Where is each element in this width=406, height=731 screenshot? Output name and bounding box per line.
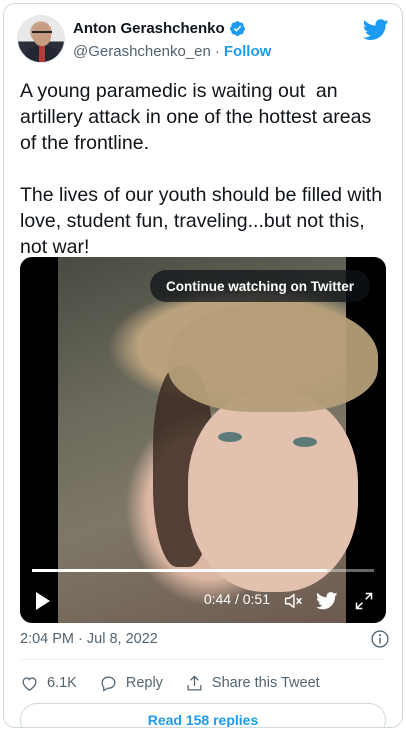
author-handle-row: @Gerashchenko_en · Follow <box>73 43 271 60</box>
twitter-bird-icon[interactable] <box>363 19 389 41</box>
video-time: 0:44 / 0:51 <box>203 591 270 607</box>
continue-watching-button[interactable]: Continue watching on Twitter <box>150 270 370 302</box>
tweet-header: Anton Gerashchenko @Gerashchenko_en · Fo… <box>17 15 389 65</box>
read-replies-button[interactable]: Read 158 replies <box>20 703 386 727</box>
fullscreen-button[interactable] <box>354 587 374 615</box>
twitter-video-logo[interactable] <box>316 587 338 615</box>
verified-badge-icon <box>229 21 245 36</box>
follow-button[interactable]: Follow <box>224 43 272 60</box>
tweet-card: Anton Gerashchenko @Gerashchenko_en · Fo… <box>3 3 403 728</box>
reply-button[interactable]: Reply <box>99 674 163 693</box>
tweet-text: A young paramedic is waiting out an arti… <box>20 80 383 258</box>
twitter-bird-small-icon <box>316 592 338 610</box>
reply-icon <box>101 676 116 691</box>
video-player[interactable]: Continue watching on Twitter 0:44 / 0:51 <box>20 257 386 623</box>
like-button[interactable]: 6.1K <box>20 674 77 693</box>
tweet-timestamp[interactable]: 2:04 PM · Jul 8, 2022 <box>20 631 158 647</box>
author-name-row: Anton Gerashchenko <box>73 20 246 37</box>
tweet-actions: 6.1K Reply Share this Tweet <box>20 671 342 695</box>
avatar[interactable] <box>17 15 65 63</box>
share-button[interactable]: Share this Tweet <box>185 674 320 693</box>
play-button[interactable] <box>34 587 52 615</box>
reply-label: Reply <box>125 675 163 691</box>
volume-icon <box>284 593 302 609</box>
share-icon <box>187 675 202 690</box>
like-count: 6.1K <box>47 675 77 691</box>
play-icon <box>36 592 50 610</box>
author-name[interactable]: Anton Gerashchenko <box>73 20 225 37</box>
separator-dot: · <box>214 43 220 60</box>
share-label: Share this Tweet <box>211 675 320 691</box>
author-handle[interactable]: @Gerashchenko_en <box>73 43 211 60</box>
heart-icon <box>22 676 37 691</box>
info-icon[interactable] <box>370 629 390 649</box>
footer-divider <box>20 659 386 660</box>
fullscreen-icon <box>355 592 373 610</box>
volume-button[interactable] <box>282 587 304 615</box>
video-progress-fill <box>32 569 328 572</box>
video-progress-bar[interactable] <box>32 569 374 572</box>
video-controls: 0:44 / 0:51 <box>20 587 386 615</box>
